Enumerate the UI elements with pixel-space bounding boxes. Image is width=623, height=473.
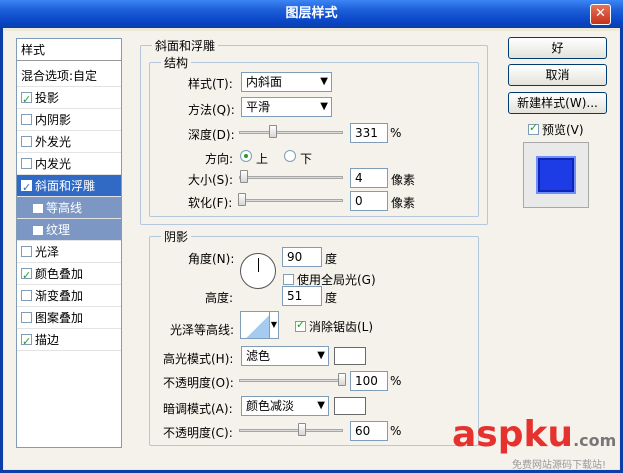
watermark-subtitle: 免费网站源码下载站!: [512, 460, 607, 471]
gloss-contour-label: 光泽等高线:: [170, 323, 235, 337]
shadow-opacity-unit: %: [390, 424, 402, 438]
style-item-gradient-overlay[interactable]: 渐变叠加: [17, 285, 121, 307]
style-item-stroke[interactable]: 描边: [17, 329, 121, 353]
style-item-bevel-emboss[interactable]: 斜面和浮雕: [17, 175, 121, 199]
shadow-opacity-thumb[interactable]: [298, 423, 306, 436]
checkbox-icon[interactable]: [21, 265, 32, 287]
size-slider[interactable]: [239, 176, 343, 179]
anti-aliased-checkbox[interactable]: 消除锯齿(L): [295, 318, 373, 335]
watermark-logo: aspku.com: [452, 414, 617, 455]
checkbox-icon[interactable]: [21, 246, 32, 257]
technique-select[interactable]: 平滑 ▼: [241, 97, 332, 117]
style-list-header[interactable]: 样式: [17, 39, 121, 61]
new-style-button[interactable]: 新建样式(W)...: [508, 92, 607, 114]
depth-label: 深度(D):: [188, 128, 235, 142]
structure-title: 结构: [161, 54, 192, 71]
size-unit: 像素: [391, 173, 416, 187]
close-button[interactable]: ✕: [590, 4, 611, 25]
direction-label: 方向:: [205, 152, 234, 166]
style-item-pattern-overlay[interactable]: 图案叠加: [17, 307, 121, 329]
angle-unit: 度: [325, 252, 338, 266]
shadow-mode-select[interactable]: 颜色减淡 ▼: [241, 396, 329, 416]
shadow-opacity-slider[interactable]: [239, 429, 343, 432]
style-item-inner-glow[interactable]: 内发光: [17, 153, 121, 175]
checkbox-icon[interactable]: [21, 312, 32, 323]
bevel-emboss-title: 斜面和浮雕: [152, 37, 219, 54]
angle-input[interactable]: 90: [282, 247, 322, 267]
angle-dial[interactable]: [240, 253, 276, 289]
shadow-color-swatch[interactable]: [334, 397, 366, 415]
style-item-texture[interactable]: 纹理: [17, 219, 121, 241]
soften-input[interactable]: 0: [350, 191, 388, 211]
size-slider-thumb[interactable]: [240, 170, 248, 183]
shadow-mode-label: 暗调模式(A):: [163, 402, 233, 416]
depth-slider-thumb[interactable]: [269, 125, 277, 138]
checkbox-icon[interactable]: [21, 114, 32, 125]
altitude-label: 高度:: [205, 291, 234, 305]
style-item-drop-shadow[interactable]: 投影: [17, 87, 121, 111]
checkbox-icon[interactable]: [295, 318, 306, 332]
checkbox-icon[interactable]: [21, 331, 32, 353]
soften-label: 软化(F):: [188, 196, 233, 210]
cancel-button[interactable]: 取消: [508, 64, 607, 86]
direction-up-radio[interactable]: [240, 150, 252, 162]
checkbox-icon[interactable]: [21, 158, 32, 169]
shadow-opacity-input[interactable]: 60: [350, 421, 388, 441]
angle-label: 角度(N):: [188, 252, 235, 266]
soften-slider-thumb[interactable]: [238, 193, 246, 206]
soften-slider[interactable]: [239, 199, 343, 202]
chevron-down-icon: ▼: [317, 400, 325, 411]
highlight-opacity-slider[interactable]: [239, 379, 343, 382]
technique-label: 方法(Q):: [188, 103, 235, 117]
direction-down-label: 下: [300, 152, 313, 166]
highlight-mode-select[interactable]: 滤色 ▼: [241, 346, 329, 366]
checkbox-icon[interactable]: [21, 89, 32, 111]
checkbox-icon[interactable]: [21, 290, 32, 301]
depth-input[interactable]: 331: [350, 123, 388, 143]
soften-unit: 像素: [391, 196, 416, 210]
style-label: 样式(T):: [188, 77, 233, 91]
style-item-outer-glow[interactable]: 外发光: [17, 131, 121, 153]
altitude-input[interactable]: 51: [282, 286, 322, 306]
style-item-contour[interactable]: 等高线: [17, 197, 121, 219]
style-list: 样式 混合选项:自定 投影 内阴影 外发光 内发光 斜面和浮雕 等高线 纹理 光…: [16, 38, 122, 448]
altitude-unit: 度: [325, 291, 338, 305]
style-item-color-overlay[interactable]: 颜色叠加: [17, 263, 121, 287]
shadow-opacity-label: 不透明度(C):: [163, 426, 233, 440]
style-preview-swatch: [536, 156, 576, 194]
checkbox-icon[interactable]: [21, 177, 32, 199]
preview-checkbox[interactable]: 预览(V): [528, 121, 584, 138]
highlight-opacity-input[interactable]: 100: [350, 371, 388, 391]
shading-title: 阴影: [161, 228, 192, 245]
depth-unit: %: [390, 126, 402, 140]
blending-options-item[interactable]: 混合选项:自定: [17, 65, 121, 87]
highlight-opacity-label: 不透明度(O):: [163, 376, 234, 390]
window-title: 图层样式: [285, 6, 338, 21]
checkbox-icon[interactable]: [33, 204, 43, 213]
checkbox-icon[interactable]: [21, 136, 32, 147]
size-label: 大小(S):: [188, 173, 234, 187]
style-item-satin[interactable]: 光泽: [17, 241, 121, 263]
checkbox-icon[interactable]: [33, 226, 43, 235]
depth-slider[interactable]: [239, 131, 343, 134]
highlight-mode-label: 高光模式(H):: [163, 352, 234, 366]
chevron-down-icon: ▼: [320, 76, 328, 87]
ok-button[interactable]: 好: [508, 37, 607, 59]
style-item-inner-shadow[interactable]: 内阴影: [17, 109, 121, 131]
direction-up-label: 上: [256, 152, 269, 166]
checkbox-icon[interactable]: [528, 121, 539, 135]
highlight-opacity-thumb[interactable]: [338, 373, 346, 386]
chevron-down-icon: ▼: [317, 350, 325, 361]
highlight-opacity-unit: %: [390, 374, 402, 388]
direction-down-radio[interactable]: [284, 150, 296, 162]
style-select[interactable]: 内斜面 ▼: [241, 72, 332, 92]
checkbox-icon[interactable]: [283, 274, 294, 285]
angle-dial-needle: [258, 258, 259, 272]
size-input[interactable]: 4: [350, 168, 388, 188]
highlight-color-swatch[interactable]: [334, 347, 366, 365]
chevron-down-icon[interactable]: ▼: [269, 311, 279, 339]
chevron-down-icon: ▼: [320, 101, 328, 112]
